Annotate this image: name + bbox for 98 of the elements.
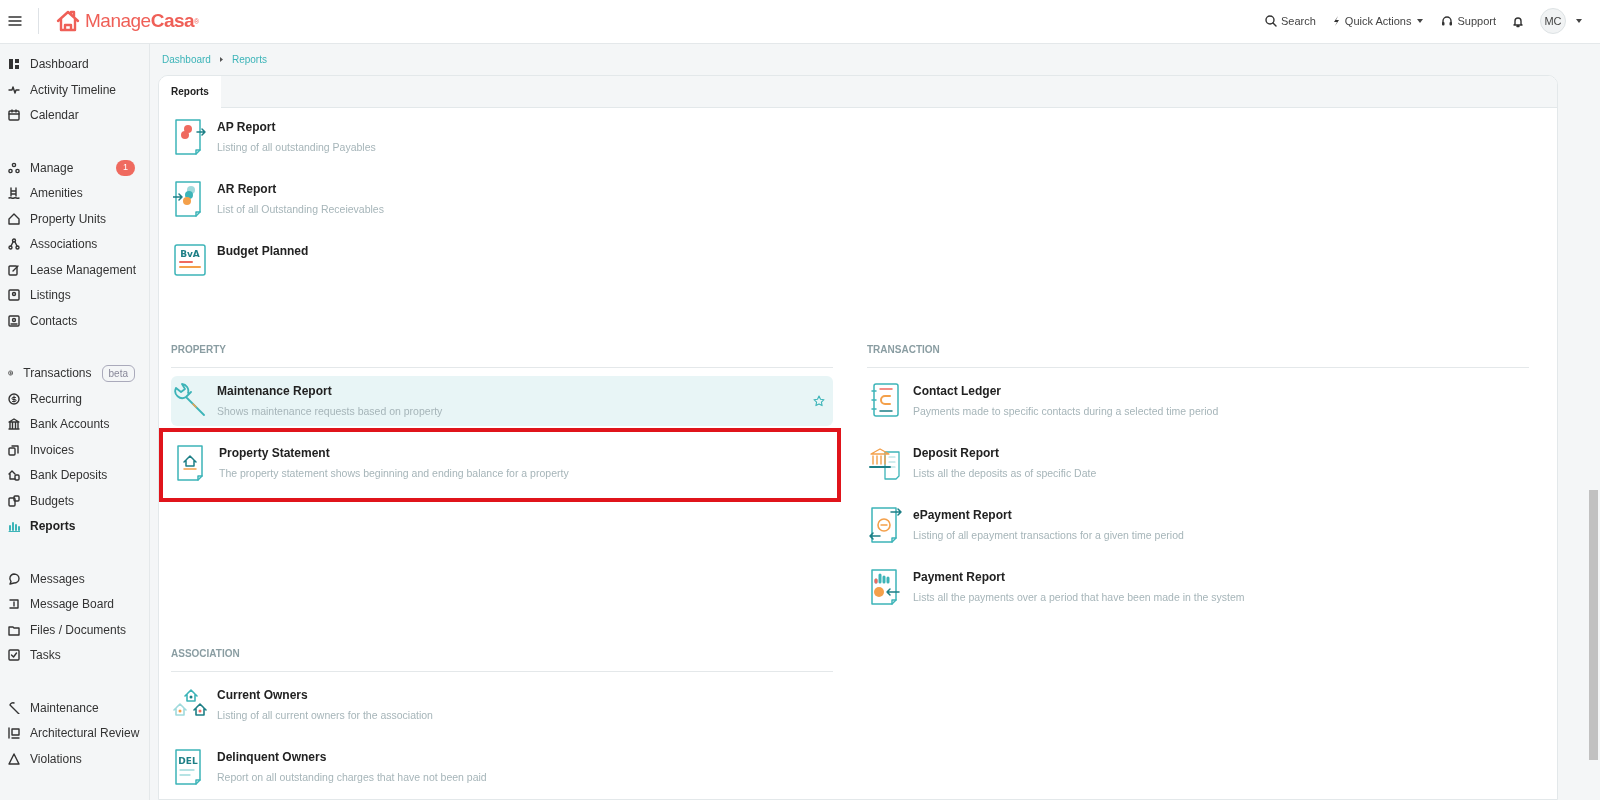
house-icon [8, 213, 20, 225]
report-title: Budget Planned [217, 242, 310, 260]
star-icon[interactable] [813, 394, 825, 407]
report-title: Delinquent Owners [217, 748, 328, 766]
sidebar-item[interactable]: Contacts [0, 308, 149, 334]
nodes-icon [8, 162, 20, 174]
report-description: Report on all outstanding charges that have not been paid [217, 769, 488, 785]
report-title: Contact Ledger [913, 382, 1002, 400]
search-icon [1264, 15, 1277, 28]
sidebar-item[interactable]: Property Units [0, 206, 149, 232]
section-heading: ASSOCIATION [171, 637, 833, 672]
report-item[interactable]: Current Owners Listing of all current owners for the association [171, 679, 833, 730]
sidebar-item[interactable]: Amenities [0, 180, 149, 207]
report-item[interactable]: AP Report Listing of all outstanding Payables [171, 111, 833, 162]
report-item[interactable]: Deposit Report Lists all the deposits as of specific Date [867, 437, 1529, 488]
report-title: AP Report [217, 118, 277, 136]
pool-ladder-icon [8, 187, 20, 200]
report-item[interactable]: BvA Budget Planned [171, 235, 833, 286]
sidebar-item[interactable]: Maintenance [0, 695, 149, 721]
report-title: Deposit Report [913, 444, 1000, 462]
report-item[interactable]: Payment Report Lists all the payments over a period that have been made in the system [867, 561, 1529, 612]
budget-icon [8, 495, 20, 507]
sidebar-item[interactable]: Listings [0, 282, 149, 309]
report-title: AR Report [217, 180, 278, 198]
sidebar-item[interactable]: Violations [0, 746, 149, 772]
report-item[interactable]: AR Report List of all Outstanding Receievables [171, 173, 833, 224]
pulse-icon [8, 84, 20, 96]
scrollbar[interactable] [1589, 489, 1598, 760]
section-heading: PROPERTY [171, 333, 833, 368]
sidebar-item[interactable]: Dashboard [0, 51, 149, 78]
pin-card-icon [8, 289, 20, 302]
warning-icon [8, 753, 20, 765]
report-item[interactable]: Maintenance Report Shows maintenance requests based on property [171, 375, 833, 426]
report-title: Property Statement [219, 444, 331, 462]
headset-icon [1441, 15, 1454, 28]
sidebar-item[interactable]: Tasks [0, 642, 149, 669]
sidebar-item[interactable]: Message Board [0, 591, 149, 618]
section-heading: TRANSACTION [867, 333, 1529, 368]
sidebar-item[interactable]: Budgets [0, 488, 149, 514]
epayment-document-icon [869, 505, 903, 544]
house-logo-icon [55, 9, 81, 34]
report-description: Shows maintenance requests based on property [217, 403, 444, 419]
calendar-icon [8, 109, 20, 122]
sidebar-item[interactable]: Manage 1 [0, 155, 149, 181]
report-title: Current Owners [217, 686, 309, 704]
checkbox-icon [8, 649, 20, 662]
report-description: Lists all the deposits as of specific Date [913, 465, 1098, 481]
report-description: Lists all the payments over a period that have been made in the system [913, 589, 1246, 605]
tab[interactable]: Reports [159, 75, 221, 108]
sidebar-item[interactable]: Activity Timeline [0, 77, 149, 103]
beta-tag: beta [101, 365, 135, 382]
bell-icon[interactable] [1512, 14, 1524, 28]
dashboard-icon [8, 58, 20, 71]
sidebar-item[interactable]: Bank Accounts [0, 411, 149, 438]
contact-card-icon [8, 315, 20, 327]
stacked-documents-icon [8, 444, 20, 456]
report-description: Payments made to specific contacts during a selected time period [913, 403, 1220, 419]
report-title: ePayment Report [913, 506, 1013, 524]
sidebar-item[interactable]: Recurring [0, 386, 149, 412]
bar-chart-icon [8, 520, 20, 533]
sidebar-item[interactable]: Files / Documents [0, 617, 149, 643]
avatar-button[interactable]: MC [1540, 8, 1566, 35]
sidebar-item[interactable]: Invoices [0, 437, 149, 463]
sidebar-item[interactable]: Reports [0, 513, 149, 540]
menu-icon[interactable] [8, 15, 22, 28]
search-button[interactable]: Search [1264, 13, 1316, 30]
drafting-icon [8, 727, 20, 740]
count-badge: 1 [116, 160, 135, 176]
report-item[interactable]: Contact Ledger Payments made to specific contacts during a selected time period [867, 375, 1529, 426]
edit-document-icon [8, 264, 20, 276]
report-item[interactable]: ePayment Report Listing of all epayment transactions for a given time period [867, 499, 1529, 550]
report-description: Listing of all outstanding Payables [217, 139, 377, 155]
speech-bubble-icon [8, 573, 20, 585]
chevron-icon [218, 55, 224, 63]
report-description: List of all Outstanding Receievables [217, 201, 385, 217]
network-icon [8, 238, 20, 251]
report-item[interactable]: Property Statement The property statement shows beginning and ending balance for a property [159, 427, 841, 502]
sidebar-item[interactable]: Calendar [0, 102, 149, 129]
sidebar-item[interactable]: Bank Deposits [0, 462, 149, 489]
report-title: Payment Report [913, 568, 1007, 586]
report-title: Maintenance Report [217, 382, 333, 400]
deposit-icon [8, 469, 20, 482]
support-button[interactable]: Support [1441, 13, 1496, 30]
bank-icon [8, 418, 20, 431]
sidebar-item[interactable]: Lease Management [0, 257, 149, 283]
sidebar-item[interactable]: Architectural Review [0, 720, 149, 747]
payable-document-icon [173, 117, 207, 156]
payment-document-icon [869, 567, 903, 606]
report-item[interactable]: DEL Delinquent Owners Report on all outstanding charges that have not been paid [171, 741, 833, 792]
folder-icon [8, 624, 20, 636]
report-description: Listing of all current owners for the association [217, 707, 434, 723]
report-description: Listing of all epayment transactions for a given time period [913, 527, 1185, 543]
logo-text: ManageCasa$^{®}$ [85, 9, 199, 34]
sidebar-item[interactable]: Messages [0, 566, 149, 592]
sidebar-item[interactable]: Associations [0, 231, 149, 258]
sidebar-item[interactable]: Transactions beta [0, 360, 149, 387]
quick-actions-button[interactable]: Quick Actions [1331, 13, 1426, 30]
report-description: The property statement shows beginning and ending balance for a property [219, 465, 570, 481]
